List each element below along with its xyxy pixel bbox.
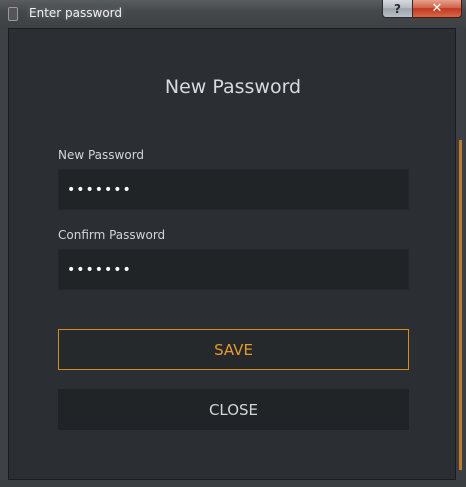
confirm-password-field[interactable]: ••••••• <box>58 249 409 290</box>
dialog-body: New Password New Password ••••••• Confir… <box>8 28 456 480</box>
caption-buttons: ? ✕ <box>382 0 462 19</box>
app-icon <box>8 7 18 21</box>
new-password-label: New Password <box>58 148 145 162</box>
dialog-heading: New Password <box>164 76 302 98</box>
title-bar[interactable]: Enter password ? ✕ <box>0 0 466 28</box>
help-icon: ? <box>394 1 401 16</box>
new-password-field[interactable]: ••••••• <box>58 169 409 210</box>
window-bottom-edge <box>0 480 466 487</box>
close-button[interactable]: CLOSE <box>58 389 409 430</box>
window-right-edge <box>456 28 464 480</box>
close-icon: ✕ <box>431 1 443 16</box>
save-button-label: SAVE <box>214 340 253 359</box>
window-title: Enter password <box>29 6 122 20</box>
window-close-button[interactable]: ✕ <box>413 0 462 18</box>
confirm-password-value: ••••••• <box>67 261 132 278</box>
save-button[interactable]: SAVE <box>58 329 409 370</box>
close-button-label: CLOSE <box>208 400 259 419</box>
confirm-password-label: Confirm Password <box>58 228 166 242</box>
accent-strip <box>459 140 462 470</box>
new-password-value: ••••••• <box>67 181 132 198</box>
help-button[interactable]: ? <box>382 0 413 18</box>
